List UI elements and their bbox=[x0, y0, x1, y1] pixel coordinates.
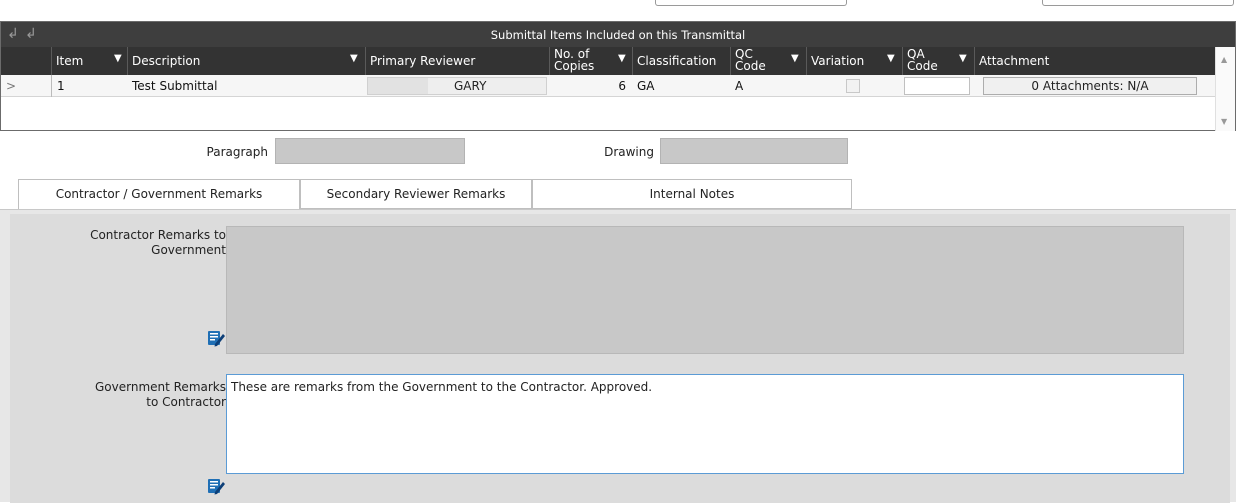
column-header-description[interactable]: Description ▼ bbox=[127, 47, 365, 75]
tab-secondary-reviewer-remarks[interactable]: Secondary Reviewer Remarks bbox=[300, 179, 532, 209]
table-row[interactable]: > 1 Test Submittal GARY 6 GA A 0 Attachm… bbox=[1, 75, 1215, 97]
contractor-remarks-label: Contractor Remarks to Government bbox=[90, 228, 226, 257]
column-header-qc-code[interactable]: QC Code ▼ bbox=[730, 47, 806, 75]
edit-notes-icon[interactable] bbox=[206, 328, 226, 348]
government-remarks-label: Government Remarks to Contractor bbox=[94, 380, 226, 409]
column-header-qa-code[interactable]: QA Code ▼ bbox=[902, 47, 974, 75]
drawing-label: Drawing bbox=[604, 145, 654, 159]
cell-description: Test Submittal bbox=[132, 79, 218, 93]
top-control-right[interactable] bbox=[1042, 0, 1234, 6]
row-expander[interactable]: > bbox=[1, 75, 51, 97]
edit-notes-icon[interactable] bbox=[206, 476, 226, 496]
column-header-attachment[interactable]: Attachment bbox=[974, 47, 1202, 75]
remarks-panel: Contractor Remarks to Government Governme… bbox=[0, 209, 1236, 503]
tab-internal-notes[interactable]: Internal Notes bbox=[532, 179, 852, 209]
variation-checkbox[interactable] bbox=[846, 79, 860, 93]
top-control-left[interactable] bbox=[655, 0, 847, 6]
primary-reviewer-field[interactable]: GARY bbox=[367, 77, 547, 95]
filter-icon[interactable]: ▼ bbox=[887, 53, 895, 64]
redaction-block bbox=[368, 78, 428, 94]
drawing-field[interactable] bbox=[660, 138, 848, 164]
filter-icon[interactable]: ▼ bbox=[791, 53, 799, 64]
column-header-classification[interactable]: Classification bbox=[632, 47, 730, 75]
grid-scrollbar[interactable]: ▲ ▼ bbox=[1215, 47, 1235, 131]
grid-title: Submittal Items Included on this Transmi… bbox=[490, 28, 746, 42]
primary-reviewer-name: GARY bbox=[454, 79, 487, 93]
qa-code-field[interactable] bbox=[904, 77, 970, 95]
filter-icon[interactable]: ▼ bbox=[618, 53, 626, 64]
remarks-panel-inner: Contractor Remarks to Government Governme… bbox=[10, 214, 1230, 503]
cell-classification: GA bbox=[637, 79, 655, 93]
scroll-down-icon[interactable]: ▼ bbox=[1221, 117, 1227, 126]
filter-icon[interactable]: ▼ bbox=[959, 53, 967, 64]
cell-qc-code: A bbox=[735, 79, 744, 93]
cell-item: 1 bbox=[51, 75, 127, 97]
filter-icon[interactable]: ▼ bbox=[350, 53, 358, 64]
grid-title-bar: ↲ ↲ Submittal Items Included on this Tra… bbox=[1, 22, 1235, 47]
column-header-primary-reviewer[interactable]: Primary Reviewer bbox=[365, 47, 549, 75]
government-remarks-field[interactable]: These are remarks from the Government to… bbox=[226, 374, 1184, 474]
column-header-item[interactable]: Item ▼ bbox=[51, 47, 127, 75]
grid-header: Item ▼ Description ▼ Primary Reviewer No… bbox=[1, 47, 1215, 75]
top-strip bbox=[0, 0, 1236, 9]
column-header-variation[interactable]: Variation ▼ bbox=[806, 47, 902, 75]
expander-column-header bbox=[1, 47, 51, 75]
filter-icon[interactable]: ▼ bbox=[114, 53, 122, 64]
attachments-button[interactable]: 0 Attachments: N/A bbox=[983, 77, 1197, 95]
submittal-items-grid: ↲ ↲ Submittal Items Included on this Tra… bbox=[0, 21, 1236, 131]
scroll-up-icon[interactable]: ▲ bbox=[1221, 55, 1227, 64]
tab-contractor-government-remarks[interactable]: Contractor / Government Remarks bbox=[18, 179, 300, 210]
contractor-remarks-field[interactable] bbox=[226, 226, 1184, 354]
cell-copies: 6 bbox=[618, 79, 626, 93]
paragraph-label: Paragraph bbox=[206, 145, 268, 159]
paragraph-field[interactable] bbox=[275, 138, 465, 164]
column-header-copies[interactable]: No. of Copies ▼ bbox=[549, 47, 632, 75]
